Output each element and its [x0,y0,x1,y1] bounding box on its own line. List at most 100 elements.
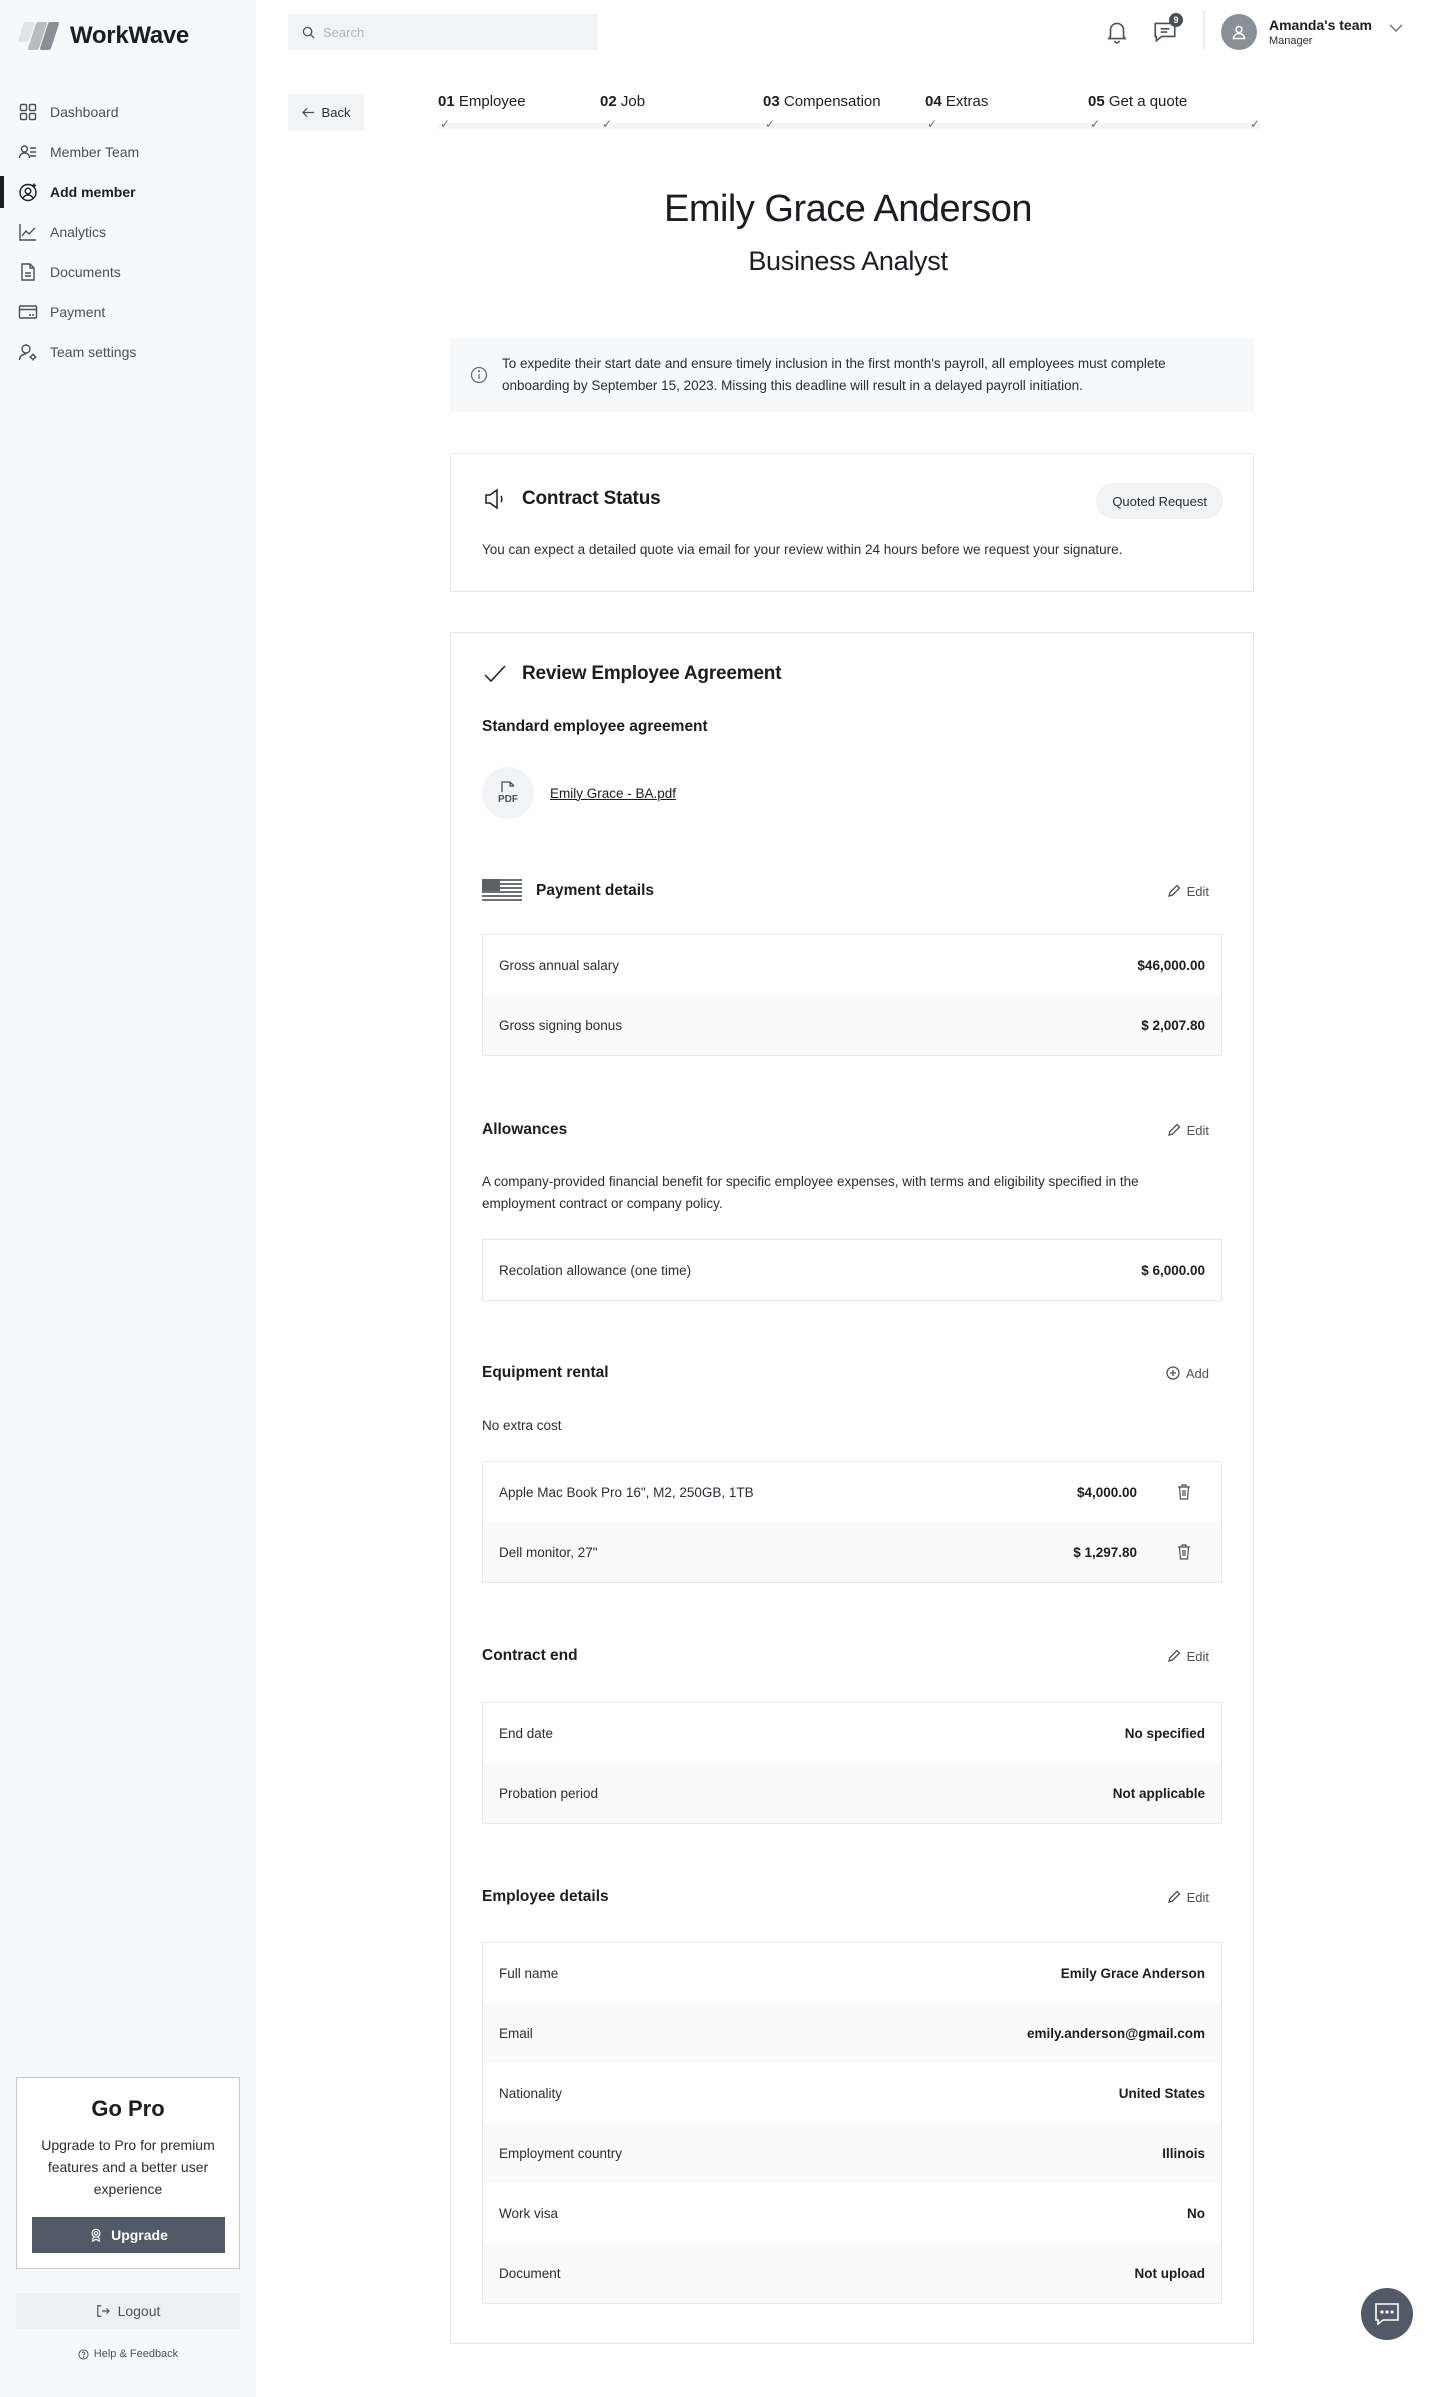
sidebar-item-label: Dashboard [50,104,119,120]
back-button[interactable]: Back [288,94,364,131]
step-get-a-quote[interactable]: 05 Get a quote [1088,93,1187,110]
notifications-button[interactable] [1102,16,1132,46]
upgrade-label: Upgrade [111,2227,168,2243]
allowances-description: A company-provided financial benefit for… [482,1174,1139,1211]
sidebar-item-dashboard[interactable]: Dashboard [0,92,256,132]
sidebar-item-member-team[interactable]: Member Team [0,132,256,172]
us-flag-icon [482,879,522,903]
profile-menu[interactable]: Amanda's team Manager [1221,14,1372,50]
contract-end-table: End date No specified Probation period Not… [482,1702,1222,1824]
agreement-label: Standard employee agreement [482,718,708,735]
sidebar-item-label: Team settings [50,344,137,360]
equipment-header: Equipment rental Add [482,1364,1223,1382]
edit-contract-end-button[interactable]: Edit [1167,1649,1209,1664]
sidebar: WorkWave Dashboard Member Team Add membe… [0,0,256,2397]
agreement-file-link[interactable]: Emily Grace - BA.pdf [550,786,676,801]
chart-line-icon [18,222,38,242]
add-equipment-button[interactable]: Add [1166,1366,1209,1381]
member-list-icon [18,142,38,162]
edit-payment-button[interactable]: Edit [1167,884,1209,899]
step-label: Compensation [783,93,881,110]
profile-role: Manager [1269,35,1313,47]
step-number: 04 [925,93,942,110]
equipment-table: Apple Mac Book Pro 16", M2, 250GB, 1TB $4… [482,1461,1222,1583]
section-title: Employee details [482,1888,609,1905]
step-number: 01 [438,93,455,110]
sidebar-item-payment[interactable]: Payment [0,292,256,332]
allowances-table: Recolation allowance (one time) $ 6,000.0… [482,1239,1222,1301]
step-number: 02 [600,93,617,110]
search-input[interactable] [323,24,583,40]
help-feedback-link[interactable]: Help & Feedback [0,2348,256,2360]
step-label: Job [620,93,646,110]
delete-equipment-button[interactable] [1177,1544,1193,1560]
chevron-down-icon [1389,24,1403,32]
sidebar-item-team-settings[interactable]: Team settings [0,332,256,372]
edit-allowances-button[interactable]: Edit [1167,1123,1209,1138]
check-icon: ✓ [927,117,938,131]
upgrade-button[interactable]: Upgrade [32,2217,225,2253]
employee-position: Business Analyst [748,246,948,276]
delete-equipment-button[interactable] [1177,1484,1193,1500]
step-extras[interactable]: 04 Extras [925,93,988,110]
contract-end-header: Contract end Edit [482,1647,1223,1665]
payment-table: Gross annual salary $46,000.00 Gross sign… [482,934,1222,1056]
checkmark-icon [484,665,506,683]
pencil-icon [1167,1649,1181,1662]
bell-icon [1107,22,1127,44]
table-row: Recolation allowance (one time) $ 6,000.0… [483,1240,1221,1300]
contract-status-description: You can expect a detailed quote via emai… [482,542,1123,557]
pencil-icon [1167,884,1181,897]
employee-details-header: Employee details Edit [482,1888,1223,1906]
logout-label: Logout [117,2303,161,2319]
profile-dropdown-toggle[interactable] [1388,20,1404,41]
table-row: Apple Mac Book Pro 16", M2, 250GB, 1TB $4… [483,1462,1221,1522]
check-icon: ✓ [1250,117,1261,131]
step-compensation[interactable]: 03 Compensation [763,93,881,110]
document-icon [18,262,38,282]
step-job[interactable]: 02 Job [600,93,645,110]
help-label: Help & Feedback [93,2348,179,2360]
sidebar-item-add-member[interactable]: Add member [0,172,256,212]
check-icon: ✓ [1090,117,1101,131]
info-text: To expedite their start date and ensure … [502,356,1166,393]
pencil-icon [1167,1890,1181,1903]
messages-button[interactable]: 9 [1150,13,1183,46]
step-progress: 01 Employee 02 Job 03 Compensation 04 Ex… [438,93,1264,133]
chat-icon [1375,2303,1399,2326]
step-number: 05 [1088,93,1105,110]
sidebar-item-label: Analytics [50,224,107,240]
arrow-left-icon [301,107,314,118]
review-title: Review Employee Agreement [522,663,782,684]
sidebar-item-analytics[interactable]: Analytics [0,212,256,252]
contract-status-title: Contract Status [522,488,661,509]
sidebar-item-label: Payment [50,304,106,320]
payment-details-header: Payment details Edit [482,879,1223,903]
review-agreement-card: Review Employee Agreement Standard emplo… [450,632,1254,2344]
step-employee[interactable]: 01 Employee [438,93,526,110]
search-icon [302,26,315,39]
pdf-file-icon: PDF [482,767,534,819]
sidebar-item-label: Member Team [50,144,140,160]
edit-employee-details-button[interactable]: Edit [1167,1890,1209,1905]
contract-status-card: Contract Status Quoted Request You can e… [450,453,1254,592]
contract-status-header: Contract Status [482,486,661,512]
check-icon: ✓ [765,117,776,131]
search-bar[interactable] [288,14,598,50]
logout-button[interactable]: Logout [16,2293,240,2329]
sidebar-item-label: Add member [50,184,136,200]
table-row: Gross annual salary $46,000.00 [499,957,1205,973]
chat-button[interactable] [1361,2288,1413,2340]
allowances-header: Allowances Edit [482,1121,1223,1139]
logo[interactable]: WorkWave [17,20,189,52]
dashboard-icon [18,102,38,122]
step-number: 03 [763,93,780,110]
trash-icon [1178,1544,1190,1560]
check-icon: ✓ [602,117,613,131]
table-row: Dell monitor, 27" $ 1,297.80 [483,1522,1221,1582]
step-label: Get a quote [1108,93,1188,110]
sidebar-item-documents[interactable]: Documents [0,252,256,292]
section-title: Contract end [482,1647,578,1664]
step-label: Employee [458,93,526,110]
agreement-file: PDF Emily Grace - BA.pdf [482,767,676,819]
